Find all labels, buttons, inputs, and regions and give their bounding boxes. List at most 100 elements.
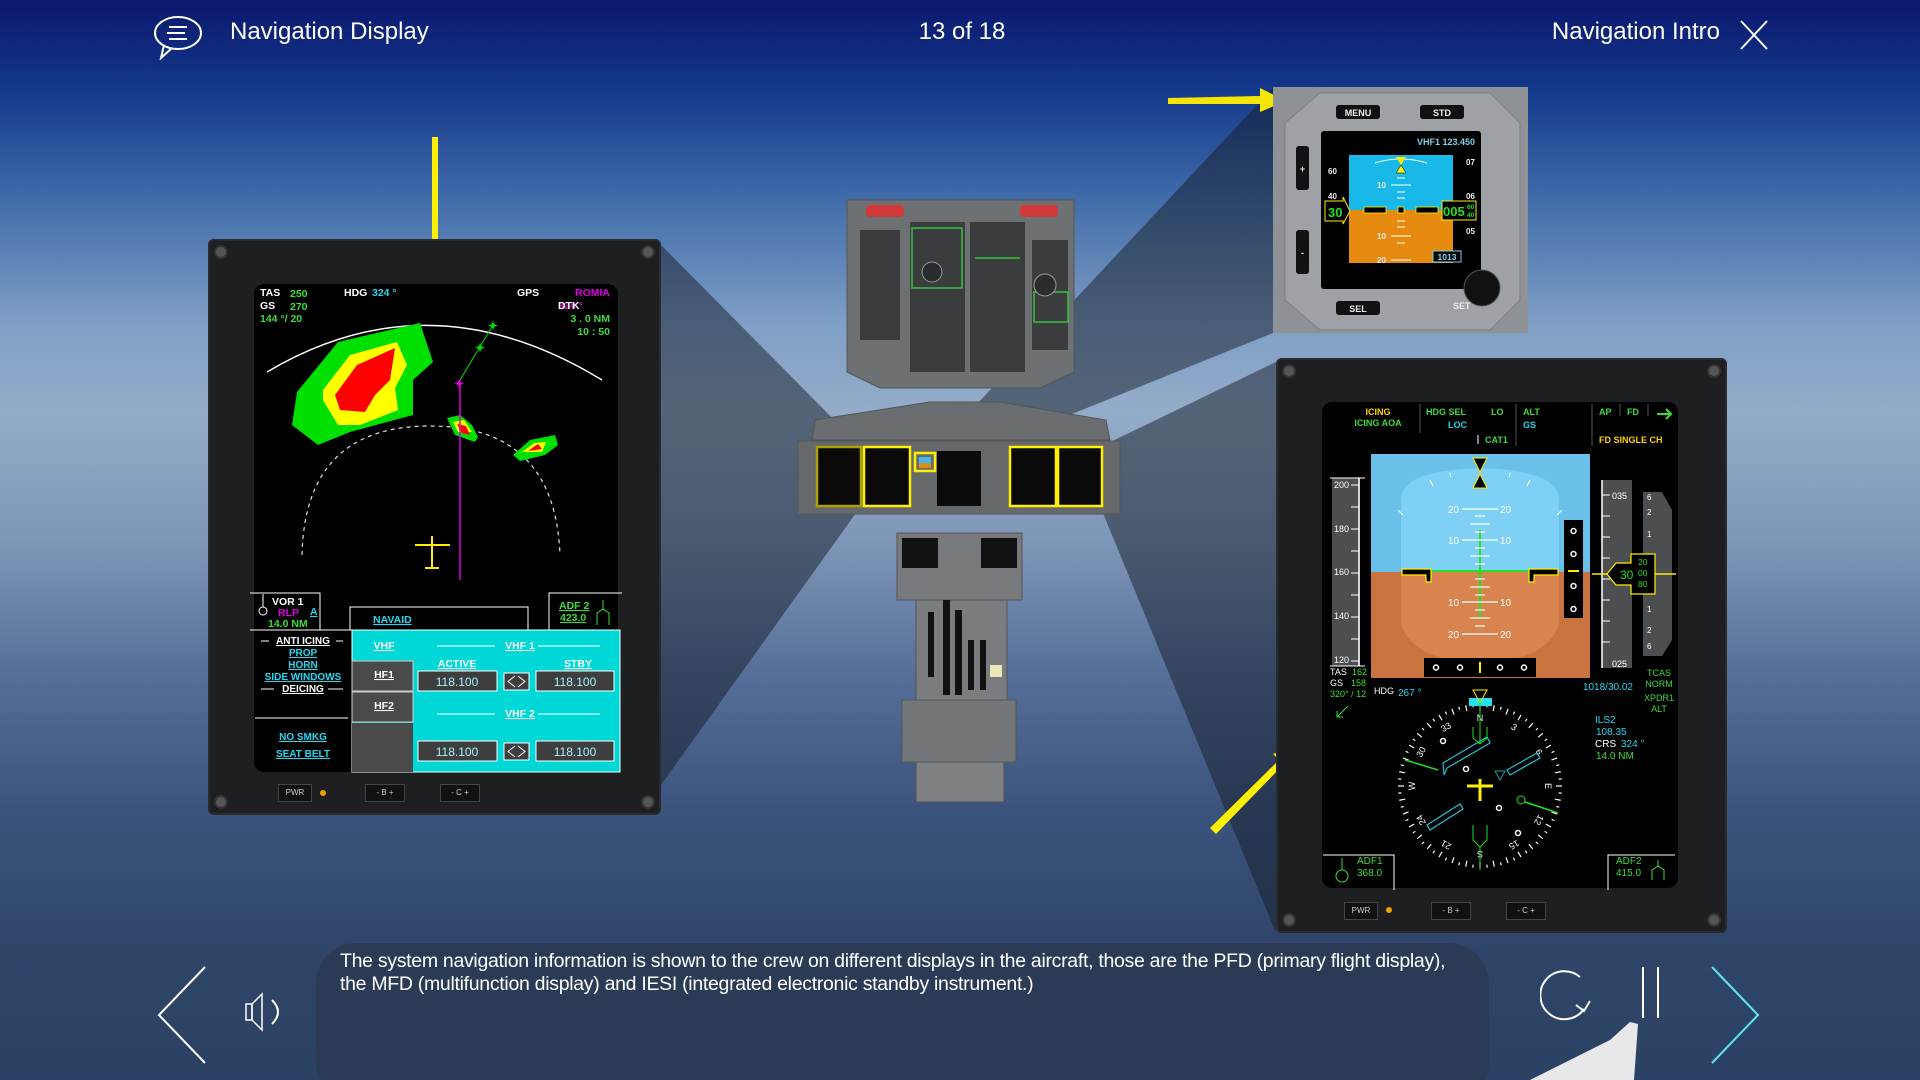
iesi-altitude-sub: 40 [1467, 212, 1475, 219]
altitude-readout: 30 [1620, 568, 1634, 582]
pitch-label: 20 [1500, 630, 1512, 641]
pwr-button[interactable]: PWR [1344, 902, 1378, 920]
vertical-mode-active: GS [1523, 420, 1536, 430]
navaid-button[interactable]: NAVAID [373, 614, 412, 626]
lateral-mode-active: LOC [1448, 420, 1467, 430]
gs-label: GS [260, 300, 275, 312]
waypoint-eta: 10 : 50 [577, 326, 610, 338]
pwr-button[interactable]: PWR [278, 784, 312, 802]
xpdr-label: XPDR1 [1644, 693, 1674, 703]
mfd-screen: TAS 250 GS 270 144 °/ 20 HDG 324 ° GPS R… [250, 284, 622, 773]
brightness-b-button[interactable]: - B + [365, 784, 405, 802]
gs-value: 270 [290, 301, 308, 313]
alt-tick-label: 025 [1612, 659, 1627, 669]
tab-vhf[interactable]: VHF [374, 640, 396, 652]
baro-setting: 1018/30.02 [1583, 682, 1633, 693]
chevron-left-icon [157, 966, 206, 1064]
menu-label: MENU [1345, 108, 1372, 118]
horn-link[interactable]: HORN [288, 660, 317, 671]
compass-tick [1499, 862, 1502, 866]
replay-button[interactable] [1539, 965, 1600, 1025]
hdg-label: HDG [344, 287, 367, 299]
tcas-mode: NORM [1645, 679, 1673, 689]
anti-icing-heading: ANTI ICING [276, 636, 330, 647]
alt-tick-label: 035 [1612, 491, 1627, 501]
adf1-frequency: 368.0 [1357, 868, 1382, 879]
next-button[interactable] [1708, 965, 1763, 1065]
speed-tick-label: 120 [1334, 655, 1349, 665]
vor-distance: 14.0 NM [268, 618, 308, 630]
alt-tick-label: 07 [1466, 158, 1475, 167]
ils-label: ILS2 [1595, 715, 1616, 726]
waypoint-icon: ✦ [475, 341, 485, 355]
vs-tick-label: 2 [1647, 508, 1652, 517]
lo-annunciator: LO [1491, 407, 1504, 417]
no-smoking-link[interactable]: NO SMKG [279, 732, 327, 743]
speaker-icon [245, 992, 279, 1032]
xpdr-mode: ALT [1651, 704, 1667, 714]
iesi-altitude-sub: 60 [1467, 204, 1475, 211]
waypoint-distance: 3 . 0 NM [570, 313, 610, 325]
alt-tick-label: 05 [1466, 227, 1475, 236]
nav-source: GPS [517, 287, 539, 299]
icing-annunciator: ICING [1365, 407, 1390, 417]
narration-caption: The system navigation information is sho… [340, 950, 1446, 995]
set-label: SET [1453, 301, 1471, 311]
replay-icon [1539, 970, 1591, 1021]
sound-button[interactable] [244, 988, 292, 1036]
adf-label: ADF 2 [559, 600, 589, 612]
pitch-label: 20 [1448, 505, 1460, 516]
pitch-label: 10 [1448, 536, 1460, 547]
brightness-c-button[interactable]: - C + [440, 784, 480, 802]
speed-tick-label: 60 [1328, 167, 1337, 176]
pause-button[interactable] [1638, 965, 1664, 1020]
ap-annunciator: AP [1599, 407, 1612, 417]
compass-tick [1458, 706, 1461, 710]
compass-label: E [1543, 783, 1553, 789]
vs-tick-label: 2 [1647, 626, 1652, 635]
iesi-baro-setting: 1013 [1438, 252, 1457, 262]
tab-hf1-label[interactable]: HF1 [374, 669, 394, 681]
speed-tick-label: 140 [1334, 611, 1349, 621]
brightness-c-button[interactable]: - C + [1506, 902, 1546, 920]
iesi-vhf-frequency: VHF1 123.450 [1417, 137, 1475, 147]
vs-tick-label: 6 [1647, 642, 1652, 651]
seat-belt-link[interactable]: SEAT BELT [276, 749, 330, 760]
waypoint-icon: ✦ [454, 377, 464, 391]
speed-tick-label: 160 [1334, 567, 1349, 577]
tab-hf2-label[interactable]: HF2 [374, 700, 394, 712]
compass-tick [1400, 805, 1404, 808]
wind-value: 320° / 12 [1330, 689, 1366, 699]
previous-button[interactable] [155, 965, 210, 1065]
prop-link[interactable]: PROP [289, 648, 318, 659]
approach-category: CAT1 [1485, 435, 1508, 445]
pause-icon [1642, 967, 1659, 1018]
brightness-b-button[interactable]: - B + [1431, 902, 1471, 920]
altitude-digit: 20 [1638, 557, 1648, 567]
pitch-label: 10 [1377, 232, 1386, 241]
pitch-label: 10 [1448, 598, 1460, 609]
compass-tick [1556, 805, 1560, 808]
pitch-label: 10 [1500, 598, 1512, 609]
altitude-digit: 00 [1638, 568, 1648, 578]
glideslope-scale [1564, 520, 1583, 618]
iesi-altitude-readout: 005 [1443, 204, 1465, 219]
compass-label: W [1407, 781, 1417, 790]
vhf1-active-frequency: 118.100 [436, 675, 479, 689]
cockpit-overview[interactable] [795, 195, 1125, 807]
adf2-label: ADF2 [1616, 856, 1642, 867]
pitch-label: 20 [1500, 505, 1512, 516]
wind-value: 144 °/ 20 [260, 313, 302, 325]
adf-frequency: 423.0 [560, 612, 586, 624]
vhf1-standby-frequency: 118.100 [554, 675, 597, 689]
standby-label: STBY [564, 658, 592, 670]
pwr-led [320, 790, 326, 796]
lateral-mode-armed: HDG SEL [1426, 407, 1467, 417]
iesi-speed-readout: 30 [1328, 205, 1342, 220]
ils-frequency: 108.35 [1596, 727, 1627, 738]
side-windows-link[interactable]: SIDE WINDOWS [265, 672, 342, 683]
compass-tick [1556, 764, 1560, 767]
tas-label: TAS [1330, 667, 1347, 677]
crs-value: 324 ° [1621, 739, 1644, 750]
active-waypoint: ROMIA [575, 287, 610, 299]
